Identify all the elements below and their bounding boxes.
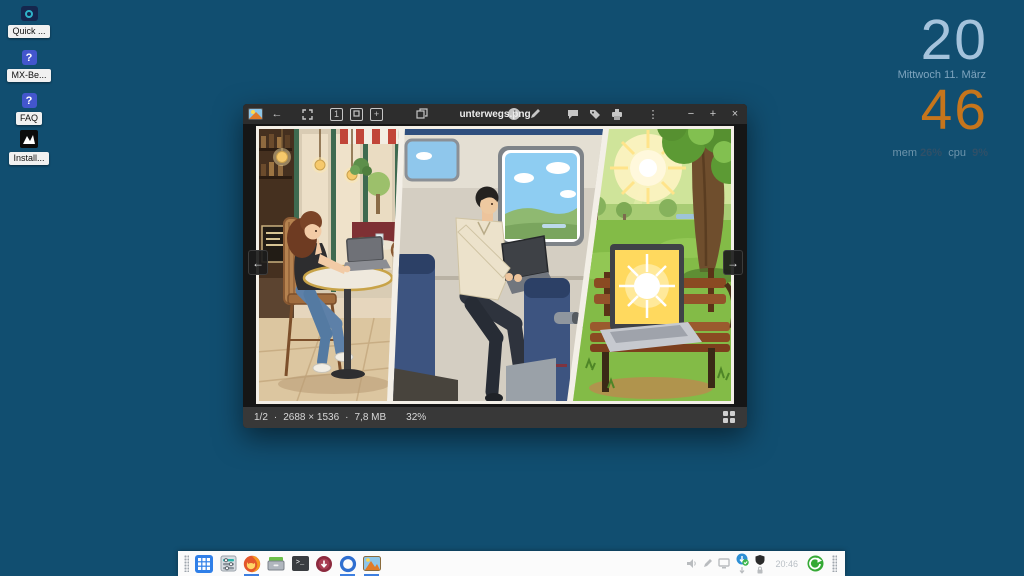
system-tray: 20:46	[686, 553, 842, 574]
terminal-button[interactable]: >_	[288, 551, 312, 576]
menu-button[interactable]: ⋮	[646, 106, 660, 122]
transform-button[interactable]	[415, 106, 429, 122]
session-icon[interactable]	[807, 555, 824, 572]
settings-manager-button[interactable]	[216, 551, 240, 576]
minimize-button[interactable]: −	[684, 106, 698, 122]
notes-icon[interactable]	[702, 558, 713, 569]
panel-drag-handle[interactable]	[832, 555, 837, 572]
display-icon[interactable]	[718, 558, 730, 569]
firewall-icon[interactable]	[754, 554, 766, 566]
cpu-value: 9%	[972, 147, 988, 159]
photo-unterwegs	[256, 126, 734, 404]
volume-icon[interactable]	[686, 558, 697, 569]
app-menu-button[interactable]	[192, 551, 216, 576]
help-icon: ?	[22, 93, 37, 108]
package-installer-button[interactable]	[312, 551, 336, 576]
cpu-label: cpu	[948, 147, 966, 159]
taskbar: >_ 20:46	[178, 551, 845, 576]
window-title: unterwegs.png	[459, 109, 530, 120]
zoom-fit-button[interactable]	[350, 108, 363, 121]
tray-clock[interactable]: 20:46	[775, 559, 798, 569]
quick-start-icon	[21, 6, 38, 21]
mem-value: 26%	[920, 147, 942, 159]
image-dimensions: 2688 × 1536	[283, 412, 339, 423]
zoom-original-button[interactable]: 1	[330, 108, 343, 121]
separator: ·	[345, 412, 348, 423]
system-stats: mem 26% cpu 9%	[893, 147, 988, 159]
desktop-icon-installer[interactable]: Install...	[0, 130, 58, 165]
desktop-icon-mx-manual[interactable]: ? MX-Be...	[0, 50, 58, 82]
updates-icon[interactable]	[735, 553, 749, 567]
print-button[interactable]	[610, 106, 624, 122]
download-arrow-icon[interactable]	[738, 567, 746, 574]
image-canvas[interactable]: ← →	[243, 124, 747, 407]
desktop-icon-label: Quick ...	[8, 25, 49, 38]
zoom-level: 32%	[406, 412, 426, 423]
image-position: 1/2	[254, 412, 268, 423]
separator: ·	[274, 412, 277, 423]
firefox-button[interactable]	[240, 551, 264, 576]
panel-drag-handle[interactable]	[184, 555, 189, 572]
terminal-icon: >_	[292, 556, 309, 571]
mem-label: mem	[893, 147, 917, 159]
zoom-in-button[interactable]: +	[370, 108, 383, 121]
desktop-icon-faq[interactable]: ? FAQ	[0, 93, 58, 125]
file-manager-button[interactable]	[264, 551, 288, 576]
help-icon: ?	[22, 50, 37, 65]
next-image-button[interactable]: →	[723, 250, 743, 275]
desktop-icon-quick-start[interactable]: Quick ...	[0, 6, 58, 38]
desktop-icon-label: FAQ	[16, 112, 42, 125]
comment-button[interactable]	[566, 106, 580, 122]
browser-o-button[interactable]	[336, 551, 360, 576]
clock-widget: 20 Mittwoch 11. März 46 mem 26% cpu 9%	[893, 12, 988, 159]
previous-image-button[interactable]: ←	[248, 250, 268, 275]
thumbnail-grid-button[interactable]	[723, 411, 736, 424]
statusbar: 1/2 · 2688 × 1536 · 7,8 MB 32%	[243, 407, 747, 428]
app-icon	[248, 108, 263, 120]
image-viewer-window: ← 1 + unterwegs.png i	[243, 104, 747, 428]
file-size: 7,8 MB	[354, 412, 386, 423]
maximize-button[interactable]: +	[706, 106, 720, 122]
tag-button[interactable]	[588, 106, 602, 122]
titlebar[interactable]: ← 1 + unterwegs.png i	[243, 104, 747, 124]
clock-hour: 20	[893, 12, 988, 68]
lock-icon[interactable]	[756, 566, 764, 574]
desktop-icon-label: MX-Be...	[7, 69, 50, 82]
clock-minute: 46	[893, 82, 988, 138]
installer-icon	[20, 130, 38, 148]
close-button[interactable]: ×	[728, 106, 742, 122]
desktop-icon-label: Install...	[9, 152, 48, 165]
image-viewer-button[interactable]	[360, 551, 384, 576]
back-button[interactable]: ←	[270, 106, 284, 122]
fullscreen-button[interactable]	[300, 106, 314, 122]
